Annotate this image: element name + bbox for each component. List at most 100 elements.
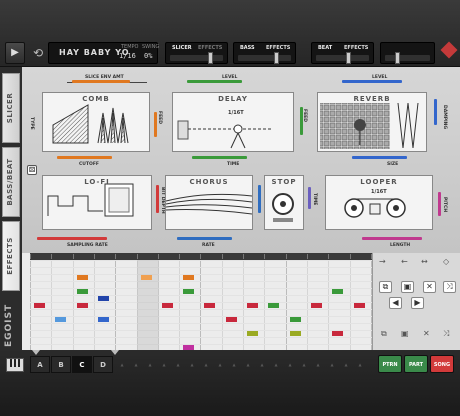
note-cell[interactable] <box>204 303 216 308</box>
note-cell[interactable] <box>310 303 322 308</box>
note-cell[interactable] <box>332 331 344 336</box>
reverb-size-bar[interactable] <box>352 156 407 159</box>
note-cell[interactable] <box>97 317 109 322</box>
pattern-slot[interactable]: ▲ <box>145 356 155 373</box>
dice-icon[interactable]: ⚄ <box>27 165 37 175</box>
shift-right-icon[interactable]: ▶ <box>411 297 424 309</box>
pattern-slot[interactable]: ▲ <box>327 356 337 373</box>
loop-start-marker[interactable] <box>32 350 40 355</box>
pattern-slot[interactable]: ▲ <box>271 356 281 373</box>
note-cell[interactable] <box>268 303 280 308</box>
tab-bass-beat[interactable]: BASS/BEAT <box>2 147 20 217</box>
fader-knob[interactable] <box>346 52 351 64</box>
pattern-slot[interactable]: ▲ <box>117 356 127 373</box>
shuffle-all-icon[interactable]: ⤨ <box>443 329 449 339</box>
pattern-slot[interactable]: ▲ <box>159 356 169 373</box>
note-cell[interactable] <box>332 289 344 294</box>
shuffle-icon[interactable]: ⤨ <box>443 281 456 293</box>
reverb-level-bar[interactable] <box>342 80 402 83</box>
note-cell[interactable] <box>225 317 237 322</box>
tempo-value[interactable]: 1/16 <box>119 52 136 60</box>
clear-icon[interactable]: ✕ <box>423 281 436 293</box>
copy-icon[interactable]: ⧉ <box>379 281 392 293</box>
fx-comb[interactable]: COMB <box>42 92 150 152</box>
play-button[interactable]: ▶ <box>5 42 25 64</box>
pattern-slot[interactable]: ▲ <box>173 356 183 373</box>
arrow-both-icon[interactable]: ↔ <box>421 257 428 266</box>
shift-left-icon[interactable]: ◀ <box>389 297 402 309</box>
note-cell[interactable] <box>34 303 45 308</box>
module-bass[interactable]: BASS EFFECTS <box>233 42 296 64</box>
pattern-slot[interactable]: ▲ <box>285 356 295 373</box>
pattern-slot[interactable]: ▲ <box>131 356 141 373</box>
fx-lofi[interactable]: LO-FI <box>42 175 152 230</box>
fx-stop[interactable]: STOP <box>264 175 304 230</box>
pattern-slot[interactable]: ▲ <box>243 356 253 373</box>
stop-time-bar[interactable] <box>308 187 311 209</box>
tab-slicer[interactable]: SLICER <box>2 73 20 143</box>
ptrn-mode-button[interactable]: PTRN <box>378 355 402 373</box>
pattern-slot[interactable]: ▲ <box>299 356 309 373</box>
comb-feed-bar[interactable] <box>154 112 157 137</box>
looper-pitch-bar[interactable] <box>438 192 441 216</box>
delay-time-bar[interactable] <box>192 156 247 159</box>
lofi-sampling-rate-bar[interactable] <box>37 237 107 240</box>
pattern-d-button[interactable]: D <box>93 356 113 373</box>
fx-reverb[interactable]: REVERB <box>317 92 427 152</box>
delay-feed-bar[interactable] <box>300 107 303 135</box>
note-cell[interactable] <box>55 317 67 322</box>
song-mode-button[interactable]: SONG <box>430 355 454 373</box>
pattern-b-button[interactable]: B <box>51 356 71 373</box>
note-cell[interactable] <box>140 275 152 280</box>
beat-volume-fader[interactable] <box>316 52 369 64</box>
module-bass-label[interactable]: BASS <box>240 45 255 51</box>
note-cell[interactable] <box>161 303 173 308</box>
arrow-left-icon[interactable]: ← <box>401 257 408 266</box>
clear-all-icon[interactable]: ✕ <box>423 329 430 338</box>
note-cell[interactable] <box>183 275 195 280</box>
delay-level-bar[interactable] <box>187 80 242 83</box>
pattern-slot[interactable]: ▲ <box>313 356 323 373</box>
pattern-slot[interactable]: ▲ <box>341 356 351 373</box>
pattern-slot[interactable]: ▲ <box>187 356 197 373</box>
note-cell[interactable] <box>183 289 195 294</box>
sequencer-grid[interactable] <box>30 253 372 350</box>
note-cell[interactable] <box>289 331 301 336</box>
comb-cutoff-bar[interactable] <box>57 156 112 159</box>
menu-logo-icon[interactable] <box>440 41 458 59</box>
note-cell[interactable] <box>289 317 301 322</box>
tab-effects[interactable]: EFFECTS <box>2 221 20 291</box>
module-beat[interactable]: BEAT EFFECTS <box>311 42 374 64</box>
diamond-icon[interactable]: ◇ <box>443 257 449 266</box>
note-cell[interactable] <box>76 275 88 280</box>
lofi-bit-depth-bar[interactable] <box>156 185 159 213</box>
fx-delay[interactable]: DELAY 1/16T <box>172 92 294 152</box>
chorus-depth-bar[interactable] <box>258 185 261 213</box>
arrow-right-icon[interactable]: → <box>379 257 386 266</box>
reverb-damping-bar[interactable] <box>434 99 437 125</box>
step-sequencer[interactable] <box>22 253 372 350</box>
note-cell[interactable] <box>247 331 258 336</box>
module-beat-effects[interactable]: EFFECTS <box>344 45 368 51</box>
module-slicer-label[interactable]: SLICER <box>172 45 192 51</box>
fader-knob[interactable] <box>208 52 213 64</box>
fader-knob[interactable] <box>274 52 279 64</box>
loop-end-marker[interactable] <box>111 350 119 355</box>
copy-all-icon[interactable]: ⧉ <box>381 329 387 339</box>
fx-chorus[interactable]: CHORUS <box>165 175 253 230</box>
module-slicer[interactable]: SLICER EFFECTS <box>165 42 228 64</box>
note-cell[interactable] <box>247 303 258 308</box>
bass-volume-fader[interactable] <box>238 52 291 64</box>
keyboard-icon[interactable] <box>6 358 24 372</box>
part-mode-button[interactable]: PART <box>404 355 428 373</box>
pattern-slot[interactable]: ▲ <box>201 356 211 373</box>
swing-value[interactable]: 0% <box>144 52 152 60</box>
paste-all-icon[interactable]: ▣ <box>401 329 409 338</box>
fader-knob[interactable] <box>395 52 400 64</box>
master-volume-fader[interactable] <box>385 52 430 64</box>
pattern-slot[interactable]: ▲ <box>215 356 225 373</box>
pattern-c-button[interactable]: C <box>72 356 92 373</box>
pattern-slot[interactable]: ▲ <box>229 356 239 373</box>
comb-slice-env-bar[interactable] <box>72 80 130 83</box>
module-slicer-effects[interactable]: EFFECTS <box>198 45 222 51</box>
